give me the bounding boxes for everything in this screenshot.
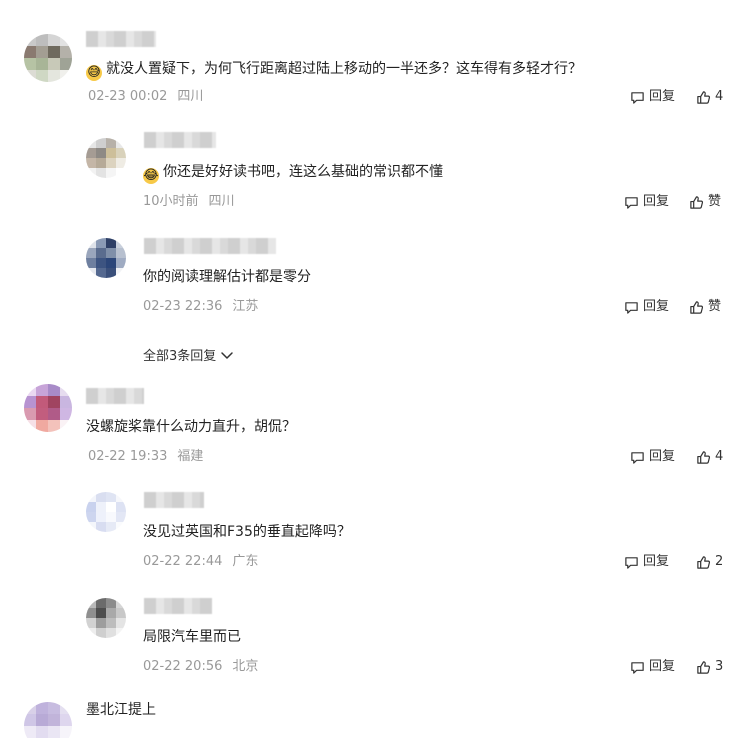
thumbs-up-icon — [697, 90, 711, 104]
username-blurred[interactable] — [144, 238, 276, 254]
comment-text: 你的阅读理解估计都是零分 — [143, 268, 311, 286]
like-count: 4 — [715, 89, 724, 104]
reply-button[interactable]: 回复 — [624, 194, 669, 210]
thumbs-up-icon — [690, 300, 704, 314]
comment-text-content: 没见过英国和F35的垂直起降吗？ — [143, 524, 351, 540]
username-blurred[interactable] — [86, 388, 144, 404]
comment-text: 😂 你还是好好读书吧，连这么基础的常识都不懂 — [143, 163, 443, 184]
avatar[interactable] — [86, 138, 126, 178]
reply-icon — [631, 661, 644, 674]
emoji-icon: 😂 — [143, 168, 159, 184]
reply-button[interactable]: 回复 — [630, 659, 675, 675]
emoji-icon: 😅 — [86, 65, 102, 81]
comment-location: 福建 — [177, 449, 204, 464]
like-label: 赞 — [708, 299, 722, 314]
comment-time: 02-22 22:44 — [143, 554, 223, 569]
comment-time: 02-22 19:33 — [88, 449, 168, 464]
reply-button[interactable]: 回复 — [624, 554, 669, 570]
comment-meta: 02-23 22:36 江苏 — [143, 299, 258, 315]
comment-meta: 02-22 19:33 福建 — [88, 449, 203, 465]
comment-location: 四川 — [177, 89, 204, 104]
avatar[interactable] — [24, 384, 72, 432]
comment-text: 没螺旋桨靠什么动力直升，胡侃？ — [86, 418, 296, 436]
comment-meta: 02-22 22:44 广东 — [143, 554, 258, 570]
avatar[interactable] — [86, 492, 126, 532]
like-button[interactable]: 2 — [696, 554, 723, 570]
reply-button[interactable]: 回复 — [624, 299, 669, 315]
comment-time: 02-23 22:36 — [143, 299, 223, 314]
thumbs-up-icon — [697, 450, 711, 464]
avatar[interactable] — [86, 598, 126, 638]
thumbs-up-icon — [697, 660, 711, 674]
comment-text: 局限汽车里而已 — [143, 628, 241, 646]
comment-meta: 02-22 20:56 北京 — [143, 659, 258, 675]
comment-location: 北京 — [232, 659, 259, 674]
avatar[interactable] — [86, 238, 126, 278]
chevron-down-icon — [221, 351, 234, 359]
thumbs-up-icon — [697, 555, 711, 569]
comment-text-content: 你还是好好读书吧，连这么基础的常识都不懂 — [163, 164, 443, 180]
reply-button[interactable]: 回复 — [630, 449, 675, 465]
show-all-replies-button[interactable]: 全部3条回复 — [143, 345, 234, 364]
comment-time: 02-22 20:56 — [143, 659, 223, 674]
reply-icon — [631, 91, 644, 104]
username-blurred[interactable] — [144, 598, 212, 614]
reply-button[interactable]: 回复 — [630, 89, 675, 105]
comment-text-content: 没螺旋桨靠什么动力直升，胡侃？ — [86, 419, 296, 435]
like-button[interactable]: 赞 — [689, 194, 721, 210]
like-button[interactable]: 赞 — [689, 299, 721, 315]
comment-text: 😅 就没人置疑下，为何飞行距离超过陆上移动的一半还多？这车得有多轻才行？ — [86, 60, 582, 81]
like-button[interactable]: 4 — [696, 89, 723, 105]
reply-icon — [625, 301, 638, 314]
like-button[interactable]: 4 — [696, 449, 723, 465]
comment-location: 江苏 — [232, 299, 259, 314]
comment-meta: 02-23 00:02 四川 — [88, 89, 203, 105]
comment-time: 02-23 00:02 — [88, 89, 168, 104]
like-count: 3 — [715, 659, 724, 674]
thumbs-up-icon — [690, 195, 704, 209]
like-button[interactable]: 3 — [696, 659, 723, 675]
avatar[interactable] — [24, 702, 72, 750]
reply-icon — [625, 196, 638, 209]
like-count: 2 — [715, 554, 724, 569]
reply-icon — [631, 451, 644, 464]
comment-text: 没见过英国和F35的垂直起降吗？ — [143, 523, 351, 541]
comment-text-content: 就没人置疑下，为何飞行距离超过陆上移动的一半还多？这车得有多轻才行？ — [106, 61, 582, 77]
username-blurred[interactable] — [144, 492, 204, 508]
comment-time: 10小时前 — [143, 194, 199, 209]
like-count: 4 — [715, 449, 724, 464]
username[interactable]: 墨北江提上 — [86, 701, 156, 719]
avatar[interactable] — [24, 34, 72, 82]
comment-meta: 10小时前 四川 — [143, 194, 235, 210]
username-blurred[interactable] — [86, 31, 156, 47]
comment-text-content: 局限汽车里而已 — [143, 629, 241, 645]
comment-location: 广东 — [232, 554, 259, 569]
reply-icon — [625, 556, 638, 569]
username-blurred[interactable] — [144, 132, 216, 148]
like-label: 赞 — [708, 194, 722, 209]
comment-location: 四川 — [208, 194, 235, 209]
comment-text-content: 你的阅读理解估计都是零分 — [143, 269, 311, 285]
